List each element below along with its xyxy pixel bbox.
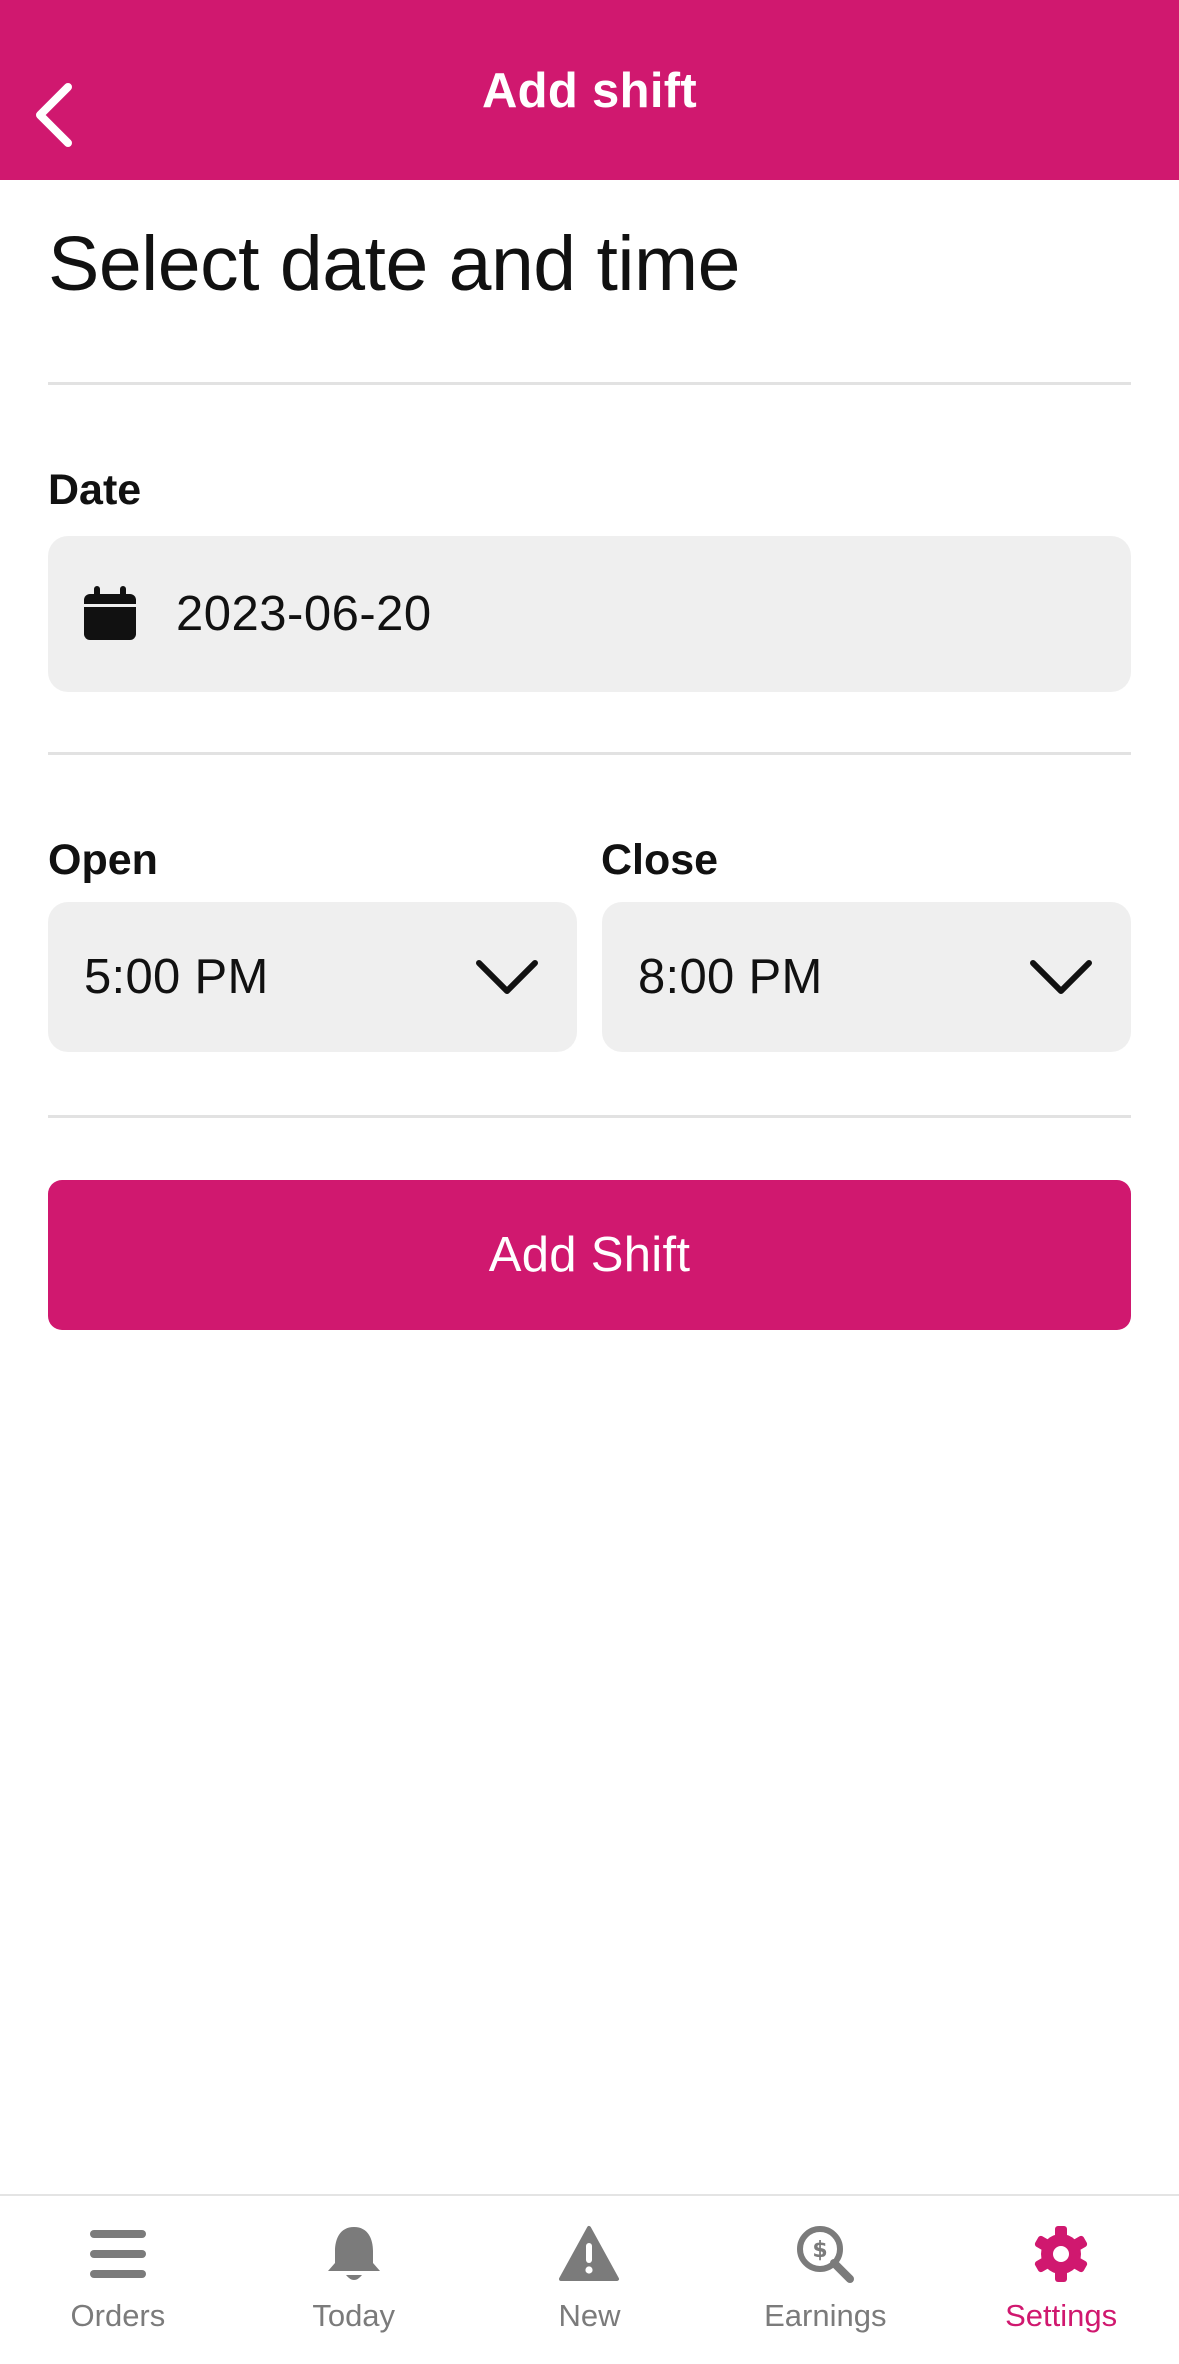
- bell-icon: [322, 2222, 386, 2286]
- tab-new[interactable]: New: [472, 2196, 708, 2364]
- bottom-tab-bar: Orders Today New $ Earnings Settings: [0, 2194, 1179, 2364]
- add-shift-button[interactable]: Add Shift: [48, 1180, 1131, 1330]
- open-time-select[interactable]: 5:00 PM: [48, 902, 577, 1052]
- close-time-select[interactable]: 8:00 PM: [602, 902, 1131, 1052]
- tab-settings[interactable]: Settings: [943, 2196, 1179, 2364]
- tab-label: Today: [312, 2298, 396, 2333]
- open-label: Open: [48, 836, 158, 884]
- tab-orders[interactable]: Orders: [0, 2196, 236, 2364]
- add-shift-button-label: Add Shift: [488, 1228, 691, 1282]
- chevron-left-icon: [36, 83, 72, 147]
- chevron-down-icon: [1029, 957, 1093, 997]
- dollar-search-icon: $: [793, 2222, 857, 2286]
- tab-label: Settings: [1005, 2298, 1118, 2333]
- screen-title: Add shift: [482, 64, 697, 118]
- close-label: Close: [601, 836, 719, 884]
- gear-icon: [1029, 2222, 1093, 2286]
- divider: [48, 752, 1131, 755]
- open-time-value: 5:00 PM: [84, 950, 269, 1004]
- divider: [48, 382, 1131, 385]
- date-value: 2023-06-20: [176, 587, 432, 641]
- tab-label: Earnings: [764, 2298, 887, 2333]
- calendar-icon: [82, 586, 138, 642]
- tab-label: Orders: [70, 2298, 166, 2333]
- close-time-value: 8:00 PM: [638, 950, 823, 1004]
- tab-label: New: [558, 2298, 621, 2333]
- back-button[interactable]: [18, 75, 88, 155]
- date-label: Date: [48, 466, 142, 514]
- divider: [48, 1115, 1131, 1118]
- tab-earnings[interactable]: $ Earnings: [707, 2196, 943, 2364]
- chevron-down-icon: [475, 957, 539, 997]
- top-bar: Add shift: [0, 0, 1179, 180]
- date-field[interactable]: 2023-06-20: [48, 536, 1131, 692]
- app-screen: Add shift Select date and time Date 2023…: [0, 0, 1179, 2364]
- menu-icon: [86, 2222, 150, 2286]
- svg-text:$: $: [813, 2238, 828, 2263]
- page-title: Select date and time: [48, 221, 741, 307]
- tab-today[interactable]: Today: [236, 2196, 472, 2364]
- warning-icon: [557, 2222, 621, 2286]
